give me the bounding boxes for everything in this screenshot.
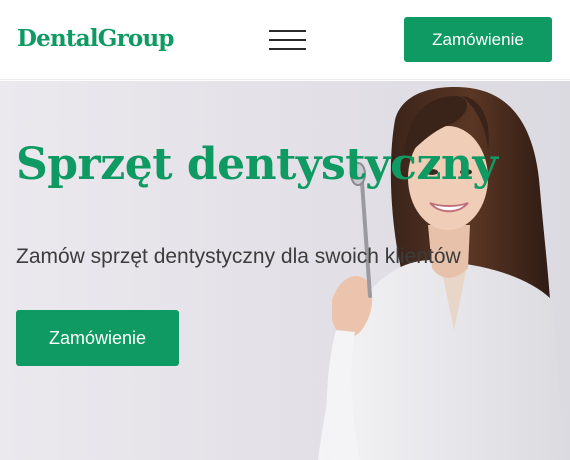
hero-order-button[interactable]: Zamówienie (16, 310, 179, 366)
menu-line (269, 30, 306, 32)
header-order-button[interactable]: Zamówienie (404, 17, 552, 62)
hero-section: Sprzęt dentystyczny Zamów sprzęt dentyst… (0, 81, 570, 460)
hamburger-menu-icon[interactable] (269, 28, 306, 52)
site-logo[interactable]: DentalGroup (17, 25, 174, 52)
hero-subtitle: Zamów sprzęt dentystyczny dla swoich kli… (16, 245, 461, 268)
site-header: DentalGroup Zamówienie (0, 0, 570, 80)
menu-line (269, 39, 306, 41)
menu-line (269, 48, 306, 50)
hero-photo (318, 87, 565, 460)
hero-title: Sprzęt dentystyczny (16, 139, 498, 190)
